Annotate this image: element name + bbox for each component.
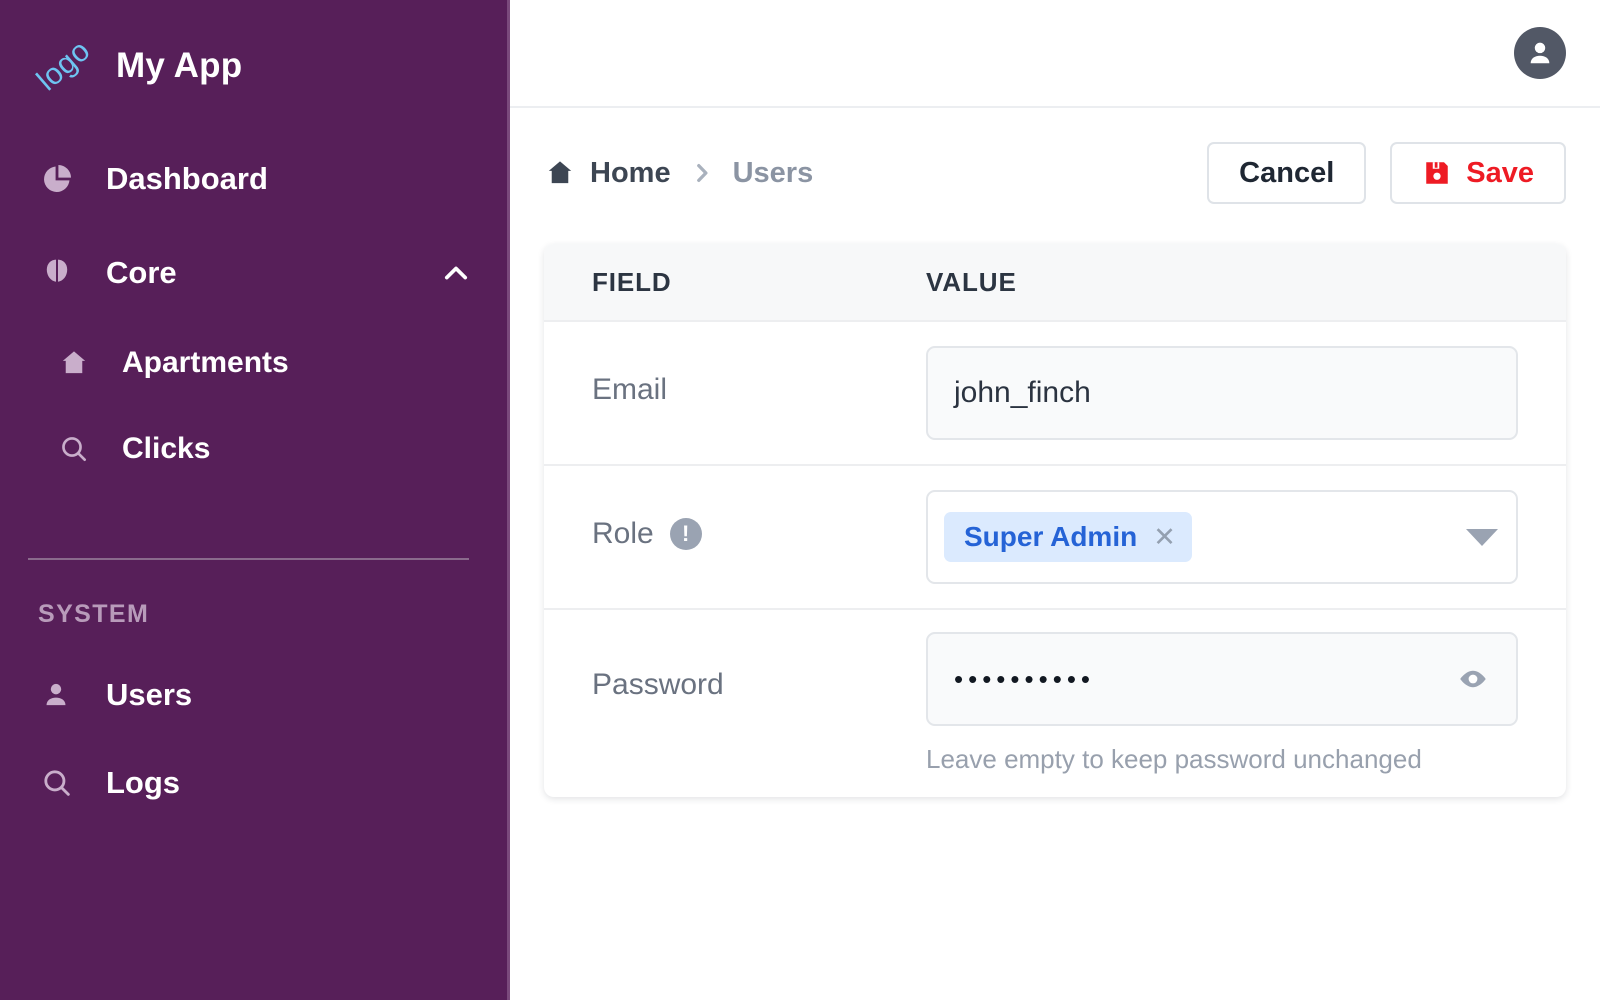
brain-icon xyxy=(40,256,84,290)
action-bar: Home Users Cancel Save xyxy=(544,140,1566,206)
password-input-value: •••••••••• xyxy=(954,663,1096,694)
home-icon xyxy=(544,157,576,189)
info-exclamation-icon[interactable]: ! xyxy=(669,518,702,550)
password-field-label: Password xyxy=(592,667,724,701)
caret-down-icon[interactable] xyxy=(1466,528,1498,546)
role-field-label: Role xyxy=(592,517,654,550)
main-area: Home Users Cancel Save FIELD VALUE Email… xyxy=(510,0,1600,1000)
email-field-label: Email xyxy=(592,373,668,406)
sidebar-item-users[interactable]: Users xyxy=(0,651,507,739)
floppy-disk-save-icon xyxy=(1422,158,1452,188)
sidebar: logo My App Dashboard Core Apartments Cl… xyxy=(0,0,510,1000)
chevron-up-icon[interactable] xyxy=(439,256,473,290)
role-chip-label: Super Admin xyxy=(964,521,1138,552)
breadcrumb-item-home[interactable]: Home xyxy=(590,157,671,190)
breadcrumb-item-users[interactable]: Users xyxy=(733,157,814,190)
app-title: My App xyxy=(116,46,243,85)
page-content: Home Users Cancel Save FIELD VALUE Email… xyxy=(510,108,1600,797)
email-input-value: john_finch xyxy=(954,376,1091,409)
field-value-cell: john_finch xyxy=(926,324,1518,462)
top-bar xyxy=(510,0,1600,108)
sidebar-item-label: Logs xyxy=(106,765,181,800)
chevron-right-icon xyxy=(689,160,715,186)
sidebar-item-core[interactable]: Core xyxy=(0,226,507,320)
user-form-card: FIELD VALUE Email john_finch Role ! Supe… xyxy=(544,244,1566,797)
password-helper-text: Leave empty to keep password unchanged xyxy=(926,744,1422,774)
logo-text: logo xyxy=(30,33,97,98)
sidebar-item-apartments[interactable]: Apartments xyxy=(0,320,507,406)
field-value-cell: Super Admin ✕ xyxy=(926,468,1518,606)
column-header-value: VALUE xyxy=(926,266,1017,297)
search-icon xyxy=(58,433,100,465)
field-label-cell: Role ! xyxy=(592,466,926,608)
user-avatar-icon[interactable] xyxy=(1514,27,1566,79)
password-input[interactable]: •••••••••• xyxy=(926,632,1518,726)
sidebar-item-label: Dashboard xyxy=(106,161,268,196)
table-row-role: Role ! Super Admin ✕ xyxy=(544,464,1566,608)
role-chip-super-admin[interactable]: Super Admin ✕ xyxy=(944,512,1192,562)
app-root: logo My App Dashboard Core Apartments Cl… xyxy=(0,0,1600,1000)
form-table-header: FIELD VALUE xyxy=(544,244,1566,320)
sidebar-item-logs[interactable]: Logs xyxy=(0,739,507,827)
sidebar-item-label: Clicks xyxy=(122,432,211,465)
sidebar-item-clicks[interactable]: Clicks xyxy=(0,406,507,492)
field-value-cell: •••••••••• Leave empty to keep password … xyxy=(926,610,1518,797)
action-buttons: Cancel Save xyxy=(1207,142,1566,204)
person-icon xyxy=(40,679,84,711)
pie-chart-icon xyxy=(40,162,84,196)
cancel-button-label: Cancel xyxy=(1239,156,1335,189)
brand-header[interactable]: logo My App xyxy=(0,0,507,132)
sidebar-item-label: Core xyxy=(106,255,177,290)
save-button-label: Save xyxy=(1466,156,1534,189)
close-x-icon[interactable]: ✕ xyxy=(1153,523,1176,551)
role-multiselect[interactable]: Super Admin ✕ xyxy=(926,490,1518,584)
logo-icon: logo xyxy=(31,34,97,97)
column-header-field: FIELD xyxy=(592,266,672,297)
table-row-password: Password •••••••••• Leave empty to keep … xyxy=(544,608,1566,797)
sidebar-item-dashboard[interactable]: Dashboard xyxy=(0,132,507,226)
cancel-button[interactable]: Cancel xyxy=(1207,142,1367,204)
home-icon xyxy=(58,347,100,379)
field-label-cell: Password xyxy=(592,610,926,797)
eye-visibility-icon[interactable] xyxy=(1456,662,1490,696)
table-row-email: Email john_finch xyxy=(544,320,1566,464)
email-input[interactable]: john_finch xyxy=(926,346,1518,440)
sidebar-item-label: Users xyxy=(106,677,193,712)
search-icon xyxy=(40,766,84,800)
field-label-cell: Email xyxy=(592,322,926,464)
sidebar-item-label: Apartments xyxy=(122,346,289,379)
breadcrumb: Home Users xyxy=(544,157,813,190)
save-button[interactable]: Save xyxy=(1390,142,1566,204)
sidebar-section-system: SYSTEM xyxy=(38,600,150,628)
